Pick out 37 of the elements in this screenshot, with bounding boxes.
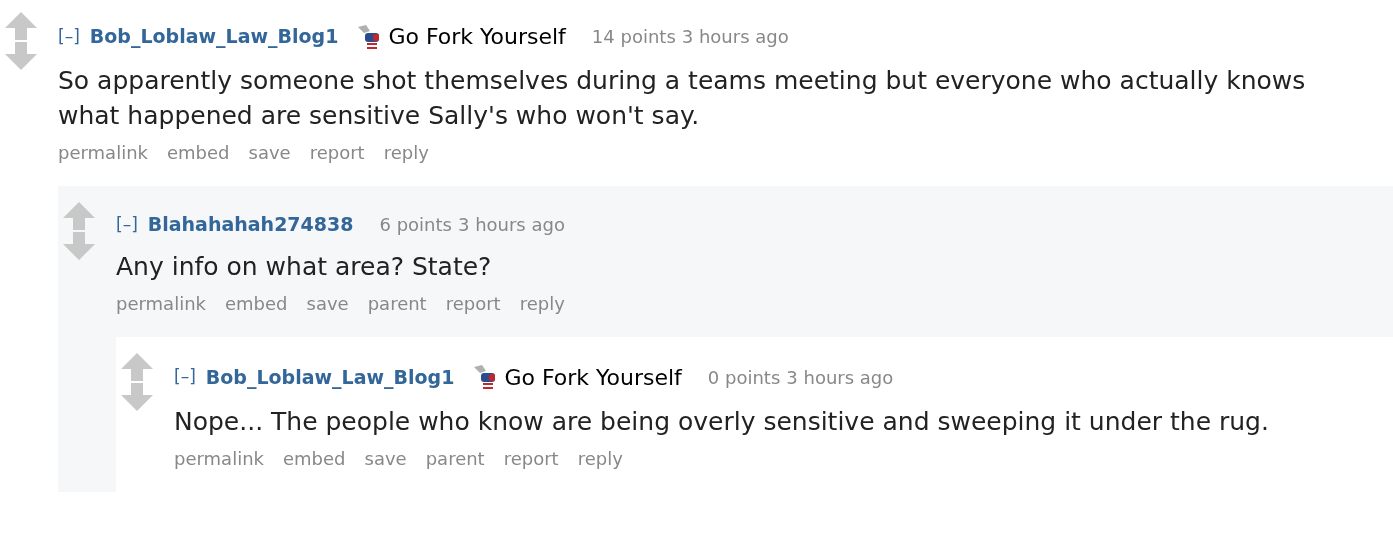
comment-action-link[interactable]: embed	[167, 139, 230, 166]
collapse-toggle[interactable]: [–]	[116, 211, 138, 237]
comment-action-link[interactable]: reply	[383, 139, 429, 166]
comment-score: 14 points	[591, 25, 676, 49]
comment-score: 6 points	[379, 212, 452, 237]
comment-body: Nope... The people who know are being overly sensitive and sweeping it under the rug.	[174, 405, 1270, 438]
vote-arrows-icon[interactable]	[62, 200, 96, 262]
vote-arrows-icon[interactable]	[120, 350, 154, 413]
collapse-toggle[interactable]: [–]	[58, 23, 80, 50]
comment-action-link[interactable]: parent	[367, 289, 427, 317]
comment-action-link[interactable]: save	[306, 289, 349, 317]
vote-arrows-icon[interactable]	[4, 10, 38, 72]
author-link[interactable]: Bob_Loblaw_Law_Blog1	[89, 22, 339, 51]
comment-action-link[interactable]: permalink	[116, 289, 206, 317]
comment-action-link[interactable]: reply	[519, 289, 565, 317]
user-flair: Go Fork Yourself	[504, 363, 682, 392]
comment-action-link[interactable]: embed	[283, 444, 346, 472]
comment-action-link[interactable]: save	[364, 444, 407, 472]
comment-time: 3 hours ago	[786, 365, 894, 390]
comment-action-link[interactable]: report	[503, 444, 559, 472]
comment-action-link[interactable]: report	[309, 139, 365, 166]
comment-body: So apparently someone shot themselves during a teams meeting but everyone who actually knows what happened are sensitive Sally's who won't say.	[58, 65, 1307, 132]
comment-action-link[interactable]: save	[248, 139, 291, 166]
comment-time: 3 hours ago	[681, 25, 789, 49]
comment-action-link[interactable]: embed	[225, 289, 288, 317]
collapse-toggle[interactable]: [–]	[174, 364, 196, 390]
comment-action-link[interactable]: report	[445, 289, 501, 317]
user-flair: Go Fork Yourself	[388, 23, 566, 51]
comment-action-link[interactable]: reply	[577, 444, 623, 472]
comment-action-link[interactable]: permalink	[174, 444, 264, 472]
author-link[interactable]: Bob_Loblaw_Law_Blog1	[205, 362, 455, 392]
author-link[interactable]: Blahahahah274838	[147, 210, 354, 239]
comment-score: 0 points	[707, 365, 781, 390]
comment-action-link[interactable]: parent	[425, 444, 485, 472]
comment-time: 3 hours ago	[457, 212, 565, 237]
comment-body: Any info on what area? State?	[116, 250, 493, 283]
comment-action-link[interactable]: permalink	[58, 139, 148, 166]
